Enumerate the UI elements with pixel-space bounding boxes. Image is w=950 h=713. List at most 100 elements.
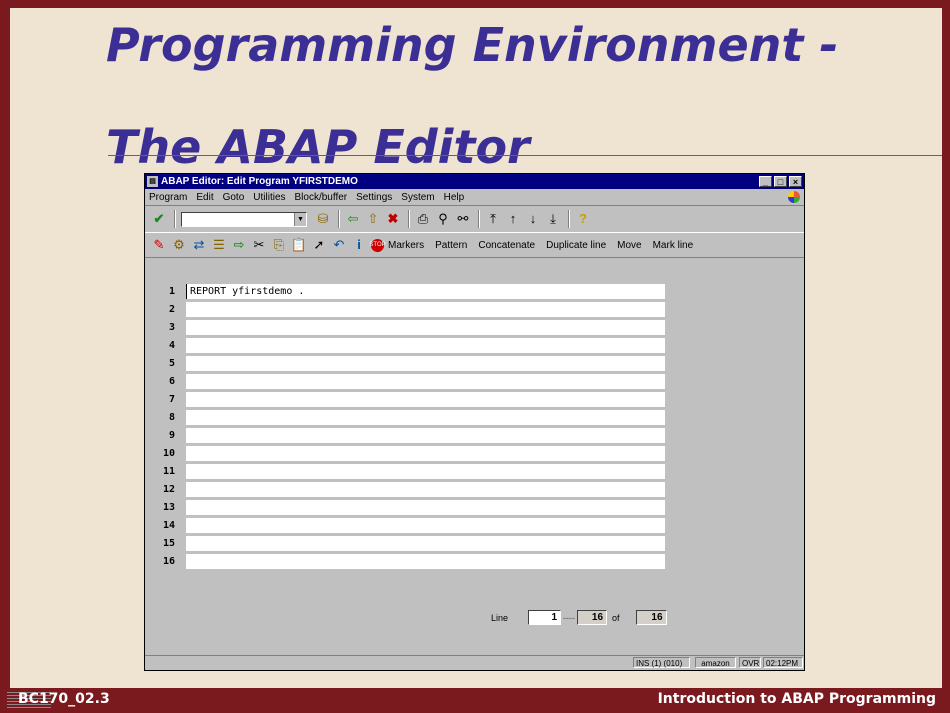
code-line-input[interactable] — [186, 319, 665, 335]
editor-line: 6 — [145, 373, 665, 389]
editor-line: 1 REPORT yfirstdemo . — [145, 283, 665, 299]
line-number: 7 — [168, 393, 175, 405]
minimize-button[interactable]: _ — [759, 176, 772, 187]
stop-icon[interactable]: STOP — [369, 238, 386, 252]
editor-line: 5 — [145, 355, 665, 371]
code-line-input[interactable] — [186, 517, 665, 533]
menu-goto[interactable]: Goto — [223, 192, 245, 203]
line-number: 5 — [168, 357, 175, 369]
info-icon[interactable]: i — [351, 237, 367, 253]
find-icon[interactable]: ⚲ — [435, 211, 451, 227]
code-line-input[interactable] — [186, 427, 665, 443]
slide-title-line1: Programming Environment - — [106, 18, 839, 72]
line-number: 16 — [162, 555, 175, 567]
line-number: 6 — [168, 375, 175, 387]
move-button[interactable]: Move — [617, 240, 641, 251]
display-object-list-icon[interactable]: ☰ — [211, 237, 227, 253]
code-line-input[interactable] — [186, 337, 665, 353]
line-number: 14 — [162, 519, 175, 531]
line-number: 1 — [168, 285, 175, 297]
duplicate-line-button[interactable]: Duplicate line — [546, 240, 606, 251]
copy-icon[interactable]: ⎘ — [271, 237, 287, 253]
command-dropdown-icon[interactable]: ▼ — [294, 212, 306, 226]
editor-line: 3 — [145, 319, 665, 335]
back-icon[interactable]: ⇦ — [345, 211, 361, 227]
menu-system[interactable]: System — [401, 192, 434, 203]
first-page-icon[interactable]: ⤒ — [485, 211, 501, 227]
line-number: 9 — [168, 429, 175, 441]
code-line-input[interactable] — [186, 373, 665, 389]
app-icon: ▤ — [147, 176, 158, 187]
line-to-field: 16 — [577, 610, 608, 625]
other-object-icon[interactable]: ⇨ — [231, 237, 247, 253]
print-icon[interactable]: ⎙ — [415, 211, 431, 227]
toolbar-separator — [174, 210, 176, 228]
code-line-input[interactable] — [186, 301, 665, 317]
exit-icon[interactable]: ⇧ — [365, 211, 381, 227]
activate-icon[interactable]: ⚙ — [171, 237, 187, 253]
code-line-input[interactable] — [186, 355, 665, 371]
session-info: INS (1) (010) — [633, 657, 690, 668]
find-next-icon[interactable]: ⚯ — [455, 211, 471, 227]
paste-icon[interactable]: 📋 — [291, 237, 307, 253]
footer-course-title: Introduction to ABAP Programming — [657, 691, 936, 707]
maximize-button[interactable]: □ — [774, 176, 787, 187]
undo-icon[interactable]: ↶ — [331, 237, 347, 253]
code-line-input[interactable] — [186, 481, 665, 497]
mark-line-button[interactable]: Mark line — [653, 240, 694, 251]
close-button[interactable]: × — [789, 176, 802, 187]
command-field[interactable]: ▼ — [181, 211, 307, 227]
code-line-input[interactable] — [186, 553, 665, 569]
editor-line: 8 — [145, 409, 665, 425]
window-titlebar[interactable]: ▤ ABAP Editor: Edit Program YFIRSTDEMO _… — [145, 174, 804, 189]
insert-mode[interactable]: OVR — [739, 657, 761, 668]
line-number: 15 — [162, 537, 175, 549]
menu-block-buffer[interactable]: Block/buffer — [295, 192, 348, 203]
next-page-icon[interactable]: ↓ — [525, 211, 541, 227]
server-info: amazon — [695, 657, 736, 668]
save-icon[interactable]: ⛁ — [315, 211, 331, 227]
cut-icon[interactable]: ✂ — [251, 237, 267, 253]
code-line-input[interactable] — [186, 535, 665, 551]
editor-line: 2 — [145, 301, 665, 317]
pattern-button[interactable]: Pattern — [435, 240, 467, 251]
total-lines-field: 16 — [635, 610, 667, 625]
markers-button[interactable]: Markers — [388, 240, 424, 251]
cancel-icon[interactable]: ✖ — [385, 211, 401, 227]
line-from-field[interactable]: 1 — [528, 610, 562, 625]
check-syntax-icon[interactable]: ✎ — [151, 237, 167, 253]
last-page-icon[interactable]: ⤓ — [545, 211, 561, 227]
toolbar-separator — [478, 210, 480, 228]
editor-line: 9 — [145, 427, 665, 443]
line-number: 4 — [168, 339, 175, 351]
line-number: 3 — [168, 321, 175, 333]
editor-line: 13 — [145, 499, 665, 515]
clock: 02:12PM — [763, 657, 803, 668]
code-line-input[interactable]: REPORT yfirstdemo . — [186, 283, 665, 299]
slide-title-line2: The ABAP Editor — [106, 120, 530, 174]
code-line-input[interactable] — [186, 409, 665, 425]
code-line-input[interactable] — [186, 463, 665, 479]
menu-help[interactable]: Help — [444, 192, 465, 203]
editor-line: 4 — [145, 337, 665, 353]
line-navigation: Line 1 ---- 16 of 16 — [491, 610, 667, 625]
where-used-icon[interactable]: ⇄ — [191, 237, 207, 253]
code-line-input[interactable] — [186, 391, 665, 407]
concatenate-button[interactable]: Concatenate — [478, 240, 535, 251]
help-icon[interactable]: ? — [575, 211, 591, 227]
menu-settings[interactable]: Settings — [356, 192, 392, 203]
enter-check-icon[interactable]: ✔ — [151, 211, 167, 227]
menu-program[interactable]: Program — [149, 192, 187, 203]
previous-page-icon[interactable]: ↑ — [505, 211, 521, 227]
line-number: 10 — [162, 447, 175, 459]
code-line-input[interactable] — [186, 445, 665, 461]
menu-utilities[interactable]: Utilities — [253, 192, 285, 203]
footer-course-code: BC170_02.3 — [18, 691, 110, 707]
editor-line: 12 — [145, 481, 665, 497]
line-number: 13 — [162, 501, 175, 513]
select-icon[interactable]: ➚ — [311, 237, 327, 253]
toolbar-separator — [568, 210, 570, 228]
menu-edit[interactable]: Edit — [196, 192, 213, 203]
abap-editor-window: ▤ ABAP Editor: Edit Program YFIRSTDEMO _… — [144, 173, 805, 671]
code-line-input[interactable] — [186, 499, 665, 515]
